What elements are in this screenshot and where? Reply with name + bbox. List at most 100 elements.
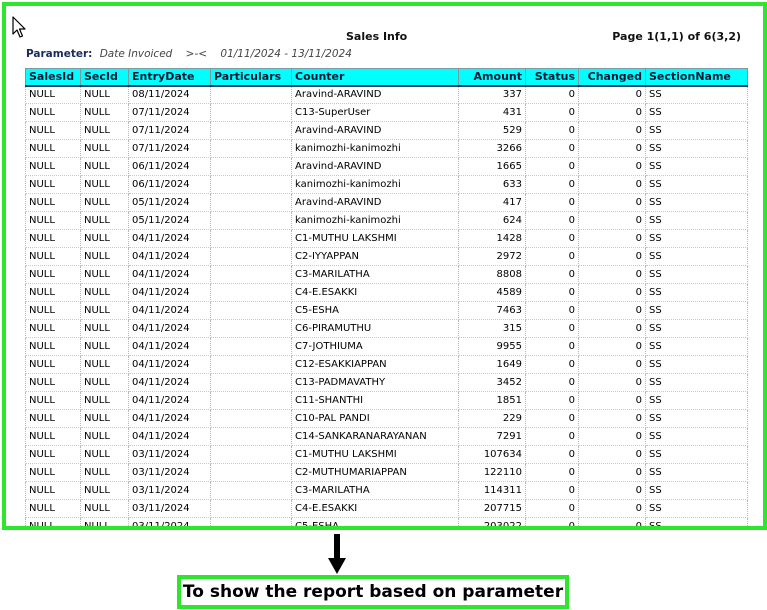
cell-sectionname: SS [645, 247, 748, 266]
cell-entrydate: 04/11/2024 [128, 373, 211, 392]
table-row[interactable]: NULL NULL 06/11/2024 kanimozhi-kanimozhi 633… [25, 175, 748, 194]
cell-salesid: NULL [25, 85, 81, 104]
table-row[interactable]: NULL NULL 07/11/2024 kanimozhi-kanimozhi 326… [25, 139, 748, 158]
table-row[interactable]: NULL NULL 03/11/2024 C2-MUTHUMARIAPPAN 12211… [25, 463, 748, 482]
table-row[interactable]: NULL NULL 04/11/2024 C12-ESAKKIAPPAN 1649 0 0 S… [25, 355, 748, 374]
table-row[interactable]: NULL NULL 07/11/2024 Aravind-ARAVIND 529 0 0 SS [25, 121, 748, 140]
cell-secid: NULL [80, 481, 129, 500]
column-header-salesid[interactable]: SalesId [25, 68, 81, 87]
cell-counter: C6-PIRAMUTHU [291, 319, 459, 338]
cell-amount: 8808 [458, 265, 526, 284]
table-row[interactable]: NULL NULL 04/11/2024 C10-PAL PANDI 229 0 0 SS [25, 409, 748, 428]
cell-status: 0 [525, 301, 579, 320]
cell-changed: 0 [578, 157, 646, 176]
cell-particulars [210, 301, 292, 320]
table-row[interactable]: NULL NULL 03/11/2024 C4-E.ESAKKI 207715 0 0 SS [25, 499, 748, 518]
cell-sectionname: SS [645, 211, 748, 230]
cell-amount: 1665 [458, 157, 526, 176]
caption-box: To show the report based on parameter [177, 575, 569, 609]
table-row[interactable]: NULL NULL 04/11/2024 C13-PADMAVATHY 3452 0 0 SS [25, 373, 748, 392]
table-row[interactable]: NULL NULL 04/11/2024 C4-E.ESAKKI 4589 0 0 SS [25, 283, 748, 302]
table-row[interactable]: NULL NULL 08/11/2024 Aravind-ARAVIND 337 0 0 SS [25, 85, 748, 104]
parameter-field: Date Invoiced [99, 48, 173, 60]
cell-sectionname: SS [645, 445, 748, 464]
cell-secid: NULL [80, 175, 129, 194]
cell-counter: Aravind-ARAVIND [291, 85, 459, 104]
cell-particulars [210, 103, 292, 122]
cell-particulars [210, 247, 292, 266]
cell-status: 0 [525, 121, 579, 140]
column-header-amount[interactable]: Amount [458, 68, 526, 87]
table-row[interactable]: NULL NULL 05/11/2024 Aravind-ARAVIND 417 0 0 SS [25, 193, 748, 212]
column-header-status[interactable]: Status [525, 68, 579, 87]
cell-amount: 3266 [458, 139, 526, 158]
cell-salesid: NULL [25, 229, 81, 248]
cell-changed: 0 [578, 499, 646, 518]
table-row[interactable]: NULL NULL 04/11/2024 C11-SHANTHI 1851 0 0 SS [25, 391, 748, 410]
cell-entrydate: 04/11/2024 [128, 229, 211, 248]
cell-sectionname: SS [645, 337, 748, 356]
column-header-entrydate[interactable]: EntryDate [128, 68, 211, 87]
column-header-changed[interactable]: Changed [578, 68, 646, 87]
report-title: Sales Info [346, 30, 408, 43]
cell-particulars [210, 229, 292, 248]
table-row[interactable]: NULL NULL 03/11/2024 C3-MARILATHA 114311 0 0 SS [25, 481, 748, 500]
cell-amount: 633 [458, 175, 526, 194]
cell-changed: 0 [578, 427, 646, 446]
cell-counter: C14-SANKARANARAYANAN [291, 427, 459, 446]
cell-changed: 0 [578, 337, 646, 356]
table-row[interactable]: NULL NULL 04/11/2024 C3-MARILATHA 8808 0 0 SS [25, 265, 748, 284]
cell-amount: 9955 [458, 337, 526, 356]
caption-text: To show the report based on parameter [182, 582, 564, 602]
cell-sectionname: SS [645, 391, 748, 410]
page-indicator: Page 1(1,1) of 6(3,2) [612, 30, 741, 43]
cell-entrydate: 07/11/2024 [128, 139, 211, 158]
cell-amount: 431 [458, 103, 526, 122]
column-header-particulars[interactable]: Particulars [210, 68, 292, 87]
column-header-secid[interactable]: SecId [80, 68, 129, 87]
cell-particulars [210, 391, 292, 410]
cell-particulars [210, 85, 292, 104]
cell-counter: C1-MUTHU LAKSHMI [291, 445, 459, 464]
cell-amount: 7291 [458, 427, 526, 446]
cell-counter: C13-PADMAVATHY [291, 373, 459, 392]
cell-salesid: NULL [25, 355, 81, 374]
table-row[interactable]: NULL NULL 05/11/2024 kanimozhi-kanimozhi 624… [25, 211, 748, 230]
table-row[interactable]: NULL NULL 04/11/2024 C6-PIRAMUTHU 315 0 0 SS [25, 319, 748, 338]
cell-particulars [210, 355, 292, 374]
table-row[interactable]: NULL NULL 04/11/2024 C14-SANKARANARAYANAN 72… [25, 427, 748, 446]
table-row[interactable]: NULL NULL 04/11/2024 C2-IYYAPPAN 2972 0 0 SS [25, 247, 748, 266]
table-row[interactable]: NULL NULL 03/11/2024 C1-MUTHU LAKSHMI 107634… [25, 445, 748, 464]
cell-amount: 1428 [458, 229, 526, 248]
cell-changed: 0 [578, 319, 646, 338]
table-row[interactable]: NULL NULL 04/11/2024 C7-JOTHIUMA 9955 0 0 SS [25, 337, 748, 356]
cell-status: 0 [525, 427, 579, 446]
column-header-counter[interactable]: Counter [291, 68, 459, 87]
cell-amount: 107634 [458, 445, 526, 464]
column-header-sectionname[interactable]: SectionName [645, 68, 748, 87]
cell-salesid: NULL [25, 103, 81, 122]
cell-entrydate: 05/11/2024 [128, 211, 211, 230]
cell-salesid: NULL [25, 499, 81, 518]
table-row[interactable]: NULL NULL 07/11/2024 C13-SuperUser 431 0 0 SS [25, 103, 748, 122]
cell-entrydate: 03/11/2024 [128, 445, 211, 464]
cell-particulars [210, 373, 292, 392]
cell-salesid: NULL [25, 463, 81, 482]
cell-status: 0 [525, 319, 579, 338]
cell-sectionname: SS [645, 409, 748, 428]
table-row[interactable]: NULL NULL 06/11/2024 Aravind-ARAVIND 1665 0 0 S… [25, 157, 748, 176]
cell-changed: 0 [578, 103, 646, 122]
table-row[interactable]: NULL NULL 04/11/2024 C5-ESHA 7463 0 0 SS [25, 301, 748, 320]
cell-secid: NULL [80, 103, 129, 122]
cell-status: 0 [525, 373, 579, 392]
cell-sectionname: SS [645, 193, 748, 212]
cell-status: 0 [525, 85, 579, 104]
table-row[interactable]: NULL NULL 04/11/2024 C1-MUTHU LAKSHMI 1428 0 0… [25, 229, 748, 248]
cell-entrydate: 04/11/2024 [128, 283, 211, 302]
cell-secid: NULL [80, 337, 129, 356]
cell-counter: C1-MUTHU LAKSHMI [291, 229, 459, 248]
cell-salesid: NULL [25, 319, 81, 338]
table-row[interactable]: NULL NULL 03/11/2024 C5-ESHA 203022 0 0 SS [25, 517, 748, 526]
cell-changed: 0 [578, 85, 646, 104]
cell-secid: NULL [80, 391, 129, 410]
